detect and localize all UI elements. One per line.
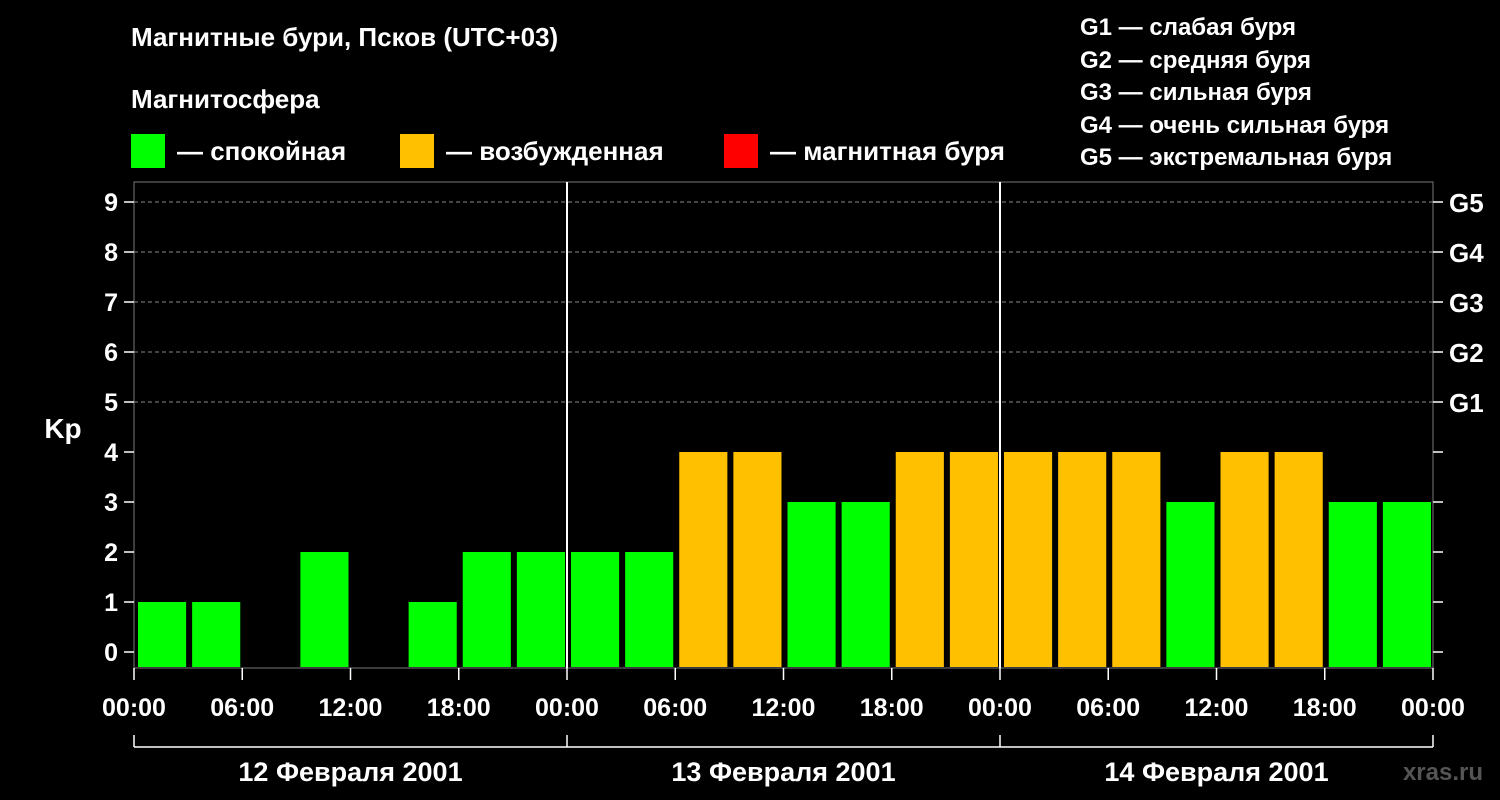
kp-bar xyxy=(408,602,457,667)
g-level-label: G1 xyxy=(1449,388,1484,418)
kp-bar xyxy=(787,502,836,667)
g-level-label: G3 xyxy=(1449,288,1484,318)
x-tick-label: 06:00 xyxy=(210,694,274,722)
y-tick-label: 0 xyxy=(104,639,118,667)
watermark: xras.ru xyxy=(1403,759,1483,786)
x-tick-label: 00:00 xyxy=(535,694,599,722)
kp-bar xyxy=(1382,502,1431,667)
g-level-label: G4 xyxy=(1449,238,1484,268)
x-tick-label: 00:00 xyxy=(102,694,166,722)
kp-bar xyxy=(841,502,890,667)
x-tick-label: 00:00 xyxy=(968,694,1032,722)
x-tick-label: 18:00 xyxy=(1293,694,1357,722)
kp-bar xyxy=(1004,452,1053,667)
x-tick-label: 00:00 xyxy=(1401,694,1465,722)
y-tick-label: 4 xyxy=(104,439,118,467)
y-tick-label: 9 xyxy=(104,189,118,217)
g-level-label: G2 xyxy=(1449,338,1484,368)
kp-bar xyxy=(1112,452,1161,667)
day-label: 13 Февраля 2001 xyxy=(671,757,895,787)
kp-bar xyxy=(1274,452,1323,667)
g-level-label: G5 xyxy=(1449,188,1484,218)
x-tick-label: 06:00 xyxy=(1076,694,1140,722)
x-tick-label: 06:00 xyxy=(643,694,707,722)
kp-bar xyxy=(1166,502,1215,667)
kp-bar xyxy=(138,602,187,667)
kp-bar xyxy=(462,552,511,667)
kp-bar xyxy=(1328,502,1377,667)
kp-bar xyxy=(949,452,998,667)
kp-bar xyxy=(1058,452,1107,667)
kp-bar xyxy=(192,602,241,667)
kp-bar xyxy=(733,452,782,667)
kp-chart: 0 1 2 3 4 5 6 7 8 9 G1 G2 G3 G4 G5 Kp 00:00 06:00 12:00 18:… xyxy=(44,181,1484,787)
kp-bar xyxy=(571,552,620,667)
x-tick-label: 12:00 xyxy=(319,694,383,722)
y-tick-label: 3 xyxy=(104,489,118,517)
y-tick-label: 7 xyxy=(104,289,118,317)
y-tick-label: 1 xyxy=(104,589,118,617)
y-tick-label: 8 xyxy=(104,239,118,267)
y-tick-label: 5 xyxy=(104,389,118,417)
x-tick-label: 18:00 xyxy=(860,694,924,722)
day-label: 14 Февраля 2001 xyxy=(1104,757,1328,787)
kp-bar xyxy=(516,552,565,667)
kp-bar xyxy=(895,452,944,667)
y-tick-label: 6 xyxy=(104,339,118,367)
x-tick-label: 12:00 xyxy=(1185,694,1249,722)
x-tick-label: 18:00 xyxy=(427,694,491,722)
kp-bar xyxy=(1220,452,1269,667)
kp-bar xyxy=(625,552,674,667)
y-tick-label: 2 xyxy=(104,539,118,567)
x-tick-label: 12:00 xyxy=(752,694,816,722)
y-axis-label: Kp xyxy=(44,413,81,444)
kp-bar xyxy=(679,452,728,667)
day-label: 12 Февраля 2001 xyxy=(238,757,462,787)
kp-bar xyxy=(300,552,349,667)
